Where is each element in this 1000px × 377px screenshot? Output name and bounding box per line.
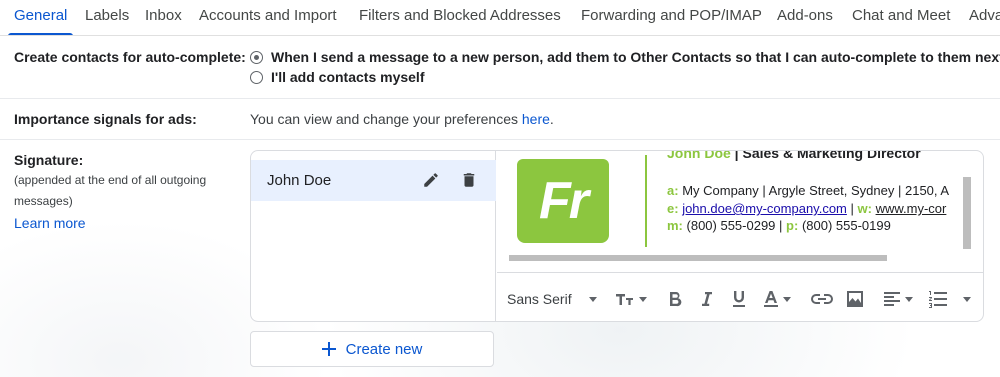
align-icon[interactable]	[881, 287, 915, 311]
signature-box: John Doe Fr John Doe | Sales & Marketing…	[250, 150, 984, 322]
pipe-sep: |	[846, 201, 858, 216]
signature-label: Signature:	[14, 152, 84, 168]
phone-key: p:	[786, 218, 799, 233]
ads-description: You can view and change your preferences	[250, 111, 522, 127]
tab-inbox[interactable]: Inbox	[145, 7, 182, 35]
signature-editor[interactable]: Fr John Doe | Sales & Marketing Director…	[497, 151, 983, 321]
signature-note: (appended at the end of all outgoing mes…	[14, 173, 207, 208]
italic-icon[interactable]	[697, 287, 717, 311]
logo-text: Fr	[539, 172, 589, 230]
signature-name: John Doe	[267, 172, 332, 189]
address-key: a:	[667, 183, 679, 198]
font-select[interactable]: Sans Serif	[507, 291, 572, 307]
link-icon[interactable]	[811, 287, 833, 311]
ads-text: You can view and change your preferences…	[250, 111, 554, 127]
pencil-icon[interactable]	[420, 169, 442, 191]
pipe-sep-2: |	[775, 218, 787, 233]
mobile-key: m:	[667, 218, 683, 233]
website-key: w:	[857, 201, 872, 216]
signature-header-sep: |	[730, 151, 743, 161]
chevron-down-icon[interactable]	[587, 287, 599, 311]
email-link[interactable]: john.doe@my-company.com	[682, 201, 847, 216]
signature-header: John Doe | Sales & Marketing Director	[667, 151, 921, 161]
tab-add-ons[interactable]: Add-ons	[777, 7, 833, 35]
ads-preferences-link[interactable]: here	[522, 111, 550, 127]
numbered-list-icon[interactable]	[927, 287, 949, 311]
image-icon[interactable]	[845, 287, 865, 311]
formatting-toolbar: Sans Serif	[497, 272, 983, 321]
signature-header-role: Sales & Marketing Director	[742, 151, 921, 161]
ads-period: .	[549, 111, 554, 127]
autocomplete-radio-auto[interactable]	[250, 51, 263, 64]
create-new-button[interactable]: Create new	[250, 331, 494, 367]
vertical-scrollbar[interactable]	[963, 177, 971, 249]
tab-labels[interactable]: Labels	[85, 7, 129, 35]
phone-value: (800) 555-0199	[801, 218, 891, 233]
tab-filters-and-blocked-addresses[interactable]: Filters and Blocked Addresses	[359, 7, 561, 35]
bold-icon[interactable]	[665, 287, 685, 311]
email-key: e:	[667, 201, 679, 216]
trash-icon[interactable]	[458, 169, 480, 191]
tab-chat-and-meet[interactable]: Chat and Meet	[852, 7, 950, 35]
more-formatting-icon[interactable]	[961, 287, 973, 311]
signature-separator	[645, 155, 647, 247]
plus-icon	[321, 342, 336, 356]
autocomplete-label: Create contacts for auto-complete:	[14, 49, 246, 65]
signature-content[interactable]: Fr John Doe | Sales & Marketing Director…	[497, 151, 972, 261]
signature-email-line: e: john.doe@my-company.com | w: www.my-c…	[667, 201, 946, 216]
signature-list-item[interactable]: John Doe	[251, 160, 496, 201]
signature-header-name: John Doe	[667, 151, 731, 161]
divider	[0, 98, 1000, 99]
company-logo: Fr	[517, 159, 609, 243]
mobile-value: (800) 555-0299	[686, 218, 776, 233]
divider	[0, 139, 1000, 140]
autocomplete-radio-manual[interactable]	[250, 71, 263, 84]
autocomplete-option-manual[interactable]: I'll add contacts myself	[271, 69, 425, 85]
autocomplete-option-auto[interactable]: When I send a message to a new person, a…	[271, 49, 1000, 65]
learn-more-link[interactable]: Learn more	[14, 215, 86, 231]
address-value: My Company | Argyle Street, Sydney | 215…	[682, 183, 950, 198]
text-color-icon[interactable]	[761, 287, 793, 311]
website-link[interactable]: www.my-cor	[876, 201, 947, 216]
underline-icon[interactable]	[729, 287, 749, 311]
tab-general[interactable]: General	[7, 7, 74, 35]
signature-list: John Doe	[251, 151, 496, 321]
tab-accounts-and-import[interactable]: Accounts and Import	[199, 7, 337, 35]
signature-phone-line: m: (800) 555-0299 | p: (800) 555-0199	[667, 218, 891, 233]
tab-advanced[interactable]: Adva	[969, 7, 1000, 35]
signature-address-line: a: My Company | Argyle Street, Sydney | …	[667, 183, 949, 198]
create-new-label: Create new	[345, 340, 423, 358]
tab-forwarding-and-pop-imap[interactable]: Forwarding and POP/IMAP	[581, 7, 762, 35]
settings-tabs: General Labels Inbox Accounts and Import…	[0, 0, 1000, 36]
horizontal-scrollbar[interactable]	[509, 255, 887, 261]
ads-label: Importance signals for ads:	[14, 111, 197, 127]
font-size-icon[interactable]	[613, 287, 649, 311]
